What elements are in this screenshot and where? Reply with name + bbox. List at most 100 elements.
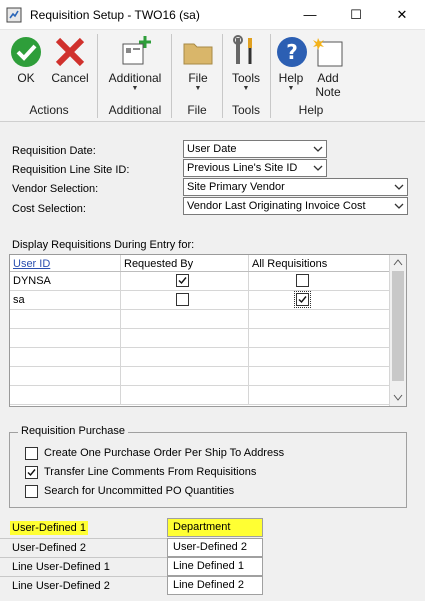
group-label-additional: Additional bbox=[108, 103, 162, 117]
scroll-up-arrow-icon[interactable] bbox=[393, 258, 403, 266]
vendor-selection-select[interactable]: Site Primary Vendor bbox=[183, 178, 408, 196]
table-row[interactable]: sa bbox=[10, 291, 390, 310]
svg-text:?: ? bbox=[286, 40, 298, 64]
cancel-label: Cancel bbox=[51, 71, 89, 85]
requested-by-checkbox[interactable] bbox=[176, 293, 189, 306]
user-id-column-header[interactable]: User ID bbox=[10, 255, 121, 271]
group-label-help: Help bbox=[298, 103, 324, 117]
table-row[interactable] bbox=[10, 367, 390, 386]
add-note-label-line2: Note bbox=[315, 85, 341, 99]
line-user-defined-2-input[interactable]: Line Defined 2 bbox=[167, 576, 263, 595]
empty-cell bbox=[10, 310, 121, 328]
empty-cell bbox=[10, 329, 121, 347]
requisition-date-value: User Date bbox=[187, 143, 237, 155]
all-requisitions-cell bbox=[249, 272, 390, 290]
add-note-label: Add Note bbox=[309, 71, 347, 99]
all-requisitions-checkbox[interactable] bbox=[296, 274, 309, 287]
chevron-down-icon bbox=[394, 203, 404, 209]
cost-selection-label: Cost Selection: bbox=[12, 203, 86, 215]
file-label: File bbox=[188, 71, 208, 85]
line-site-select[interactable]: Previous Line's Site ID bbox=[183, 159, 327, 177]
cancel-x-icon bbox=[55, 37, 85, 67]
table-row[interactable] bbox=[10, 386, 390, 405]
scroll-thumb[interactable] bbox=[392, 271, 404, 381]
chevron-down-icon: ▼ bbox=[194, 85, 202, 92]
line-site-value: Previous Line's Site ID bbox=[187, 162, 298, 174]
help-menu-button[interactable]: ? Help ▼ bbox=[274, 34, 308, 93]
ribbon-toolbar: OK Cancel Additional ▼ File ▼ Tools ▼ ? … bbox=[0, 30, 425, 122]
transfer-comments-label: Transfer Line Comments From Requisitions bbox=[44, 466, 257, 478]
file-menu-button[interactable]: File ▼ bbox=[180, 34, 216, 93]
table-row[interactable] bbox=[10, 310, 390, 329]
note-icon bbox=[313, 38, 343, 67]
requisition-date-label: Requisition Date: bbox=[12, 145, 96, 157]
empty-cell bbox=[249, 310, 390, 328]
line-user-defined-2-label: Line User-Defined 2 bbox=[12, 580, 110, 592]
maximize-icon: ☐ bbox=[350, 7, 362, 22]
line-user-defined-1-input[interactable]: Line Defined 1 bbox=[167, 557, 263, 576]
user-defined-2-input[interactable]: User-Defined 2 bbox=[167, 538, 263, 557]
divider bbox=[0, 538, 167, 539]
group-label-actions: Actions bbox=[29, 103, 69, 117]
create-one-po-checkbox[interactable] bbox=[25, 447, 38, 460]
checkmark-icon bbox=[11, 37, 41, 67]
all-requisitions-column-header: All Requisitions bbox=[249, 255, 390, 271]
table-row[interactable] bbox=[10, 348, 390, 367]
group-label-tools: Tools bbox=[231, 103, 260, 117]
minimize-icon: — bbox=[303, 7, 317, 22]
chevron-down-icon bbox=[313, 165, 323, 171]
table-row[interactable] bbox=[10, 329, 390, 348]
title-bar: Requisition Setup - TWO16 (sa) — ☐ ✕ bbox=[0, 0, 425, 30]
requisition-date-select[interactable]: User Date bbox=[183, 140, 327, 158]
checkmark-icon bbox=[298, 296, 307, 304]
minimize-button[interactable]: — bbox=[287, 0, 333, 30]
additional-menu-button[interactable]: Additional ▼ bbox=[104, 34, 166, 93]
empty-cell bbox=[249, 329, 390, 347]
chevron-down-icon: ▼ bbox=[287, 85, 295, 92]
requested-by-cell bbox=[121, 291, 249, 309]
group-label-file: File bbox=[187, 103, 207, 117]
requisition-purchase-title: Requisition Purchase bbox=[18, 425, 128, 437]
group-separator bbox=[171, 34, 172, 118]
divider bbox=[0, 557, 167, 558]
requested-by-checkbox[interactable] bbox=[176, 274, 189, 287]
empty-cell bbox=[121, 348, 249, 366]
maximize-button[interactable]: ☐ bbox=[333, 0, 379, 30]
scroll-down-arrow-icon[interactable] bbox=[393, 394, 403, 402]
vendor-selection-value: Site Primary Vendor bbox=[187, 181, 285, 193]
cancel-button[interactable]: Cancel bbox=[50, 34, 90, 85]
chevron-down-icon bbox=[313, 146, 323, 152]
tools-label: Tools bbox=[231, 71, 260, 85]
empty-cell bbox=[249, 386, 390, 404]
user-defined-1-label: User-Defined 1 bbox=[10, 521, 88, 535]
user-defined-1-input[interactable]: Department bbox=[167, 518, 263, 537]
add-note-label-line1: Add bbox=[317, 71, 339, 85]
group-separator bbox=[270, 34, 271, 118]
empty-cell bbox=[10, 386, 121, 404]
line-site-label: Requisition Line Site ID: bbox=[12, 164, 130, 176]
transfer-comments-checkbox[interactable] bbox=[25, 466, 38, 479]
table-row[interactable]: DYNSA bbox=[10, 272, 390, 291]
grid-vertical-scrollbar[interactable] bbox=[389, 255, 406, 406]
line-user-defined-1-label: Line User-Defined 1 bbox=[12, 561, 110, 573]
ok-button[interactable]: OK bbox=[8, 34, 44, 85]
close-button[interactable]: ✕ bbox=[379, 0, 425, 30]
tools-menu-button[interactable]: Tools ▼ bbox=[228, 34, 264, 93]
add-note-button[interactable]: Add Note bbox=[309, 34, 347, 99]
window-title: Requisition Setup - TWO16 (sa) bbox=[30, 8, 200, 22]
grid-header: User ID Requested By All Requisitions bbox=[10, 255, 390, 272]
folder-icon bbox=[183, 43, 213, 65]
user-defined-2-label: User-Defined 2 bbox=[12, 542, 86, 554]
cost-selection-select[interactable]: Vendor Last Originating Invoice Cost bbox=[183, 197, 408, 215]
empty-cell bbox=[10, 348, 121, 366]
cost-selection-value: Vendor Last Originating Invoice Cost bbox=[187, 200, 366, 212]
checkmark-icon bbox=[27, 469, 36, 477]
display-requisitions-grid: User ID Requested By All Requisitions DY… bbox=[9, 254, 407, 407]
empty-cell bbox=[249, 367, 390, 385]
search-uncommitted-checkbox[interactable] bbox=[25, 485, 38, 498]
checkmark-icon bbox=[178, 277, 187, 285]
empty-cell bbox=[121, 310, 249, 328]
help-question-icon: ? bbox=[277, 37, 307, 67]
all-requisitions-checkbox[interactable] bbox=[294, 291, 311, 308]
chevron-down-icon: ▼ bbox=[242, 85, 250, 92]
